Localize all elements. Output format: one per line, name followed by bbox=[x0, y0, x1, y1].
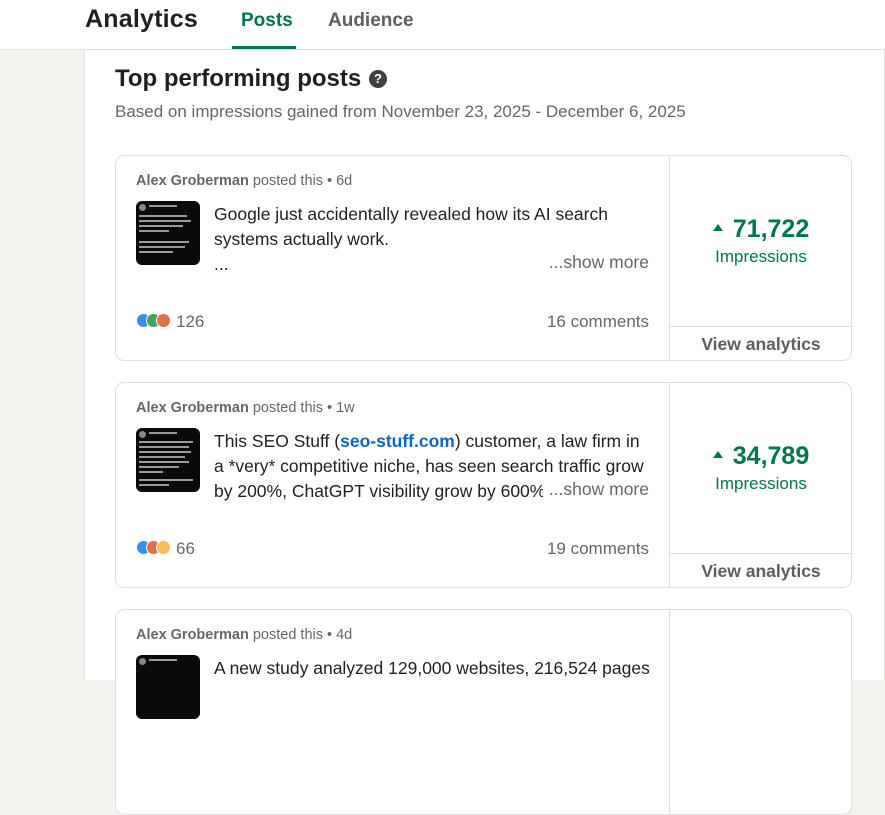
trend-up-icon bbox=[712, 223, 723, 231]
post-summary[interactable]: Alex Groberman posted this • 6d Google j… bbox=[116, 156, 670, 360]
impressions-value: 71,722 bbox=[669, 215, 851, 244]
post-card: Alex Groberman posted this • 4d A new st… bbox=[115, 609, 852, 815]
post-text-before-link: This SEO Stuff ( bbox=[214, 431, 341, 451]
post-meta: posted this • 6d bbox=[248, 173, 353, 189]
view-analytics-button[interactable]: View analytics bbox=[669, 553, 851, 587]
tab-audience[interactable]: Audience bbox=[328, 10, 414, 32]
show-more-link[interactable]: ...show more bbox=[542, 479, 649, 500]
post-author-line: Alex Groberman posted this • 6d bbox=[136, 173, 352, 189]
insightful-reaction-icon bbox=[156, 540, 171, 555]
seo-stuff-link[interactable]: seo-stuff.com bbox=[340, 431, 455, 451]
post-thumbnail[interactable] bbox=[136, 201, 200, 265]
author-name[interactable]: Alex Groberman bbox=[136, 173, 249, 189]
impressions-metric: 34,789 Impressions bbox=[669, 383, 851, 553]
impressions-metric: 71,722 Impressions bbox=[669, 156, 851, 326]
love-reaction-icon bbox=[156, 313, 171, 328]
post-author-line: Alex Groberman posted this • 1w bbox=[136, 400, 355, 416]
post-text-body: Google just accidentally revealed how it… bbox=[214, 204, 608, 249]
post-author-line: Alex Groberman posted this • 4d bbox=[136, 627, 352, 643]
view-analytics-button[interactable]: View analytics bbox=[669, 326, 851, 360]
section-title: Top performing posts bbox=[115, 65, 362, 92]
show-more-link[interactable]: ...show more bbox=[542, 252, 649, 273]
reaction-count: 126 bbox=[176, 312, 205, 331]
post-thumbnail[interactable] bbox=[136, 428, 200, 492]
author-name[interactable]: Alex Groberman bbox=[136, 627, 249, 643]
author-name[interactable]: Alex Groberman bbox=[136, 400, 249, 416]
impressions-label: Impressions bbox=[715, 474, 807, 493]
impressions-number: 34,789 bbox=[732, 442, 810, 470]
trend-up-icon bbox=[712, 450, 723, 458]
comments-count[interactable]: 16 comments bbox=[547, 312, 649, 332]
reaction-count: 66 bbox=[176, 539, 195, 558]
question-mark-icon[interactable]: ? bbox=[369, 70, 387, 88]
post-card: Alex Groberman posted this • 1w This SEO… bbox=[115, 382, 852, 588]
post-text: A new study analyzed 129,000 websites, 2… bbox=[214, 656, 649, 681]
section-subtitle: Based on impressions gained from Novembe… bbox=[115, 102, 686, 121]
impressions-number: 71,722 bbox=[732, 215, 810, 243]
post-summary[interactable]: Alex Groberman posted this • 4d A new st… bbox=[116, 610, 670, 814]
impressions-value: 34,789 bbox=[669, 442, 851, 471]
main-content-panel: Top performing posts ? Based on impressi… bbox=[84, 50, 885, 815]
post-card: Alex Groberman posted this • 6d Google j… bbox=[115, 155, 852, 361]
post-thumbnail[interactable] bbox=[136, 655, 200, 719]
post-text-body: A new study analyzed 129,000 websites, 2… bbox=[214, 658, 649, 678]
comments-count[interactable]: 19 comments bbox=[547, 539, 649, 559]
top-nav-bar: Analytics Posts Audience bbox=[0, 0, 885, 50]
tab-posts[interactable]: Posts bbox=[241, 10, 293, 32]
page-title: Analytics bbox=[85, 5, 198, 33]
impressions-label: Impressions bbox=[715, 247, 807, 266]
post-meta: posted this • 4d bbox=[248, 627, 353, 643]
active-tab-indicator bbox=[232, 46, 296, 49]
post-text-ellipsis: ... bbox=[214, 254, 229, 274]
post-meta: posted this • 1w bbox=[248, 400, 355, 416]
post-summary[interactable]: Alex Groberman posted this • 1w This SEO… bbox=[116, 383, 670, 587]
